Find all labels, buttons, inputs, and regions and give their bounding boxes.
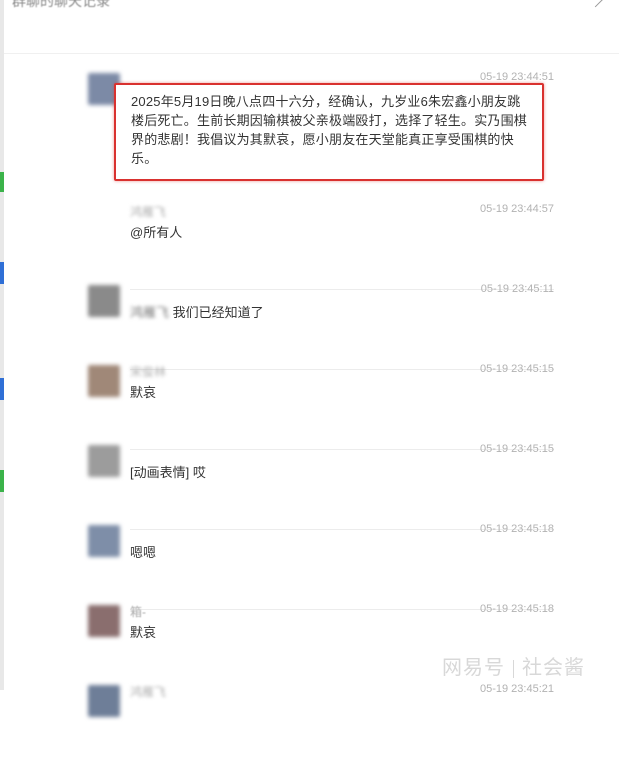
avatar bbox=[88, 365, 120, 397]
avatar bbox=[88, 605, 120, 637]
window-title: 群聊的聊天记录 bbox=[12, 0, 110, 9]
message-time: 05-19 23:44:51 bbox=[479, 71, 554, 83]
title-divider bbox=[4, 53, 619, 54]
message-time: 05-19 23:45:18 bbox=[479, 603, 554, 615]
message-content: @所有人 bbox=[130, 225, 183, 240]
watermark-author: 社会酱 bbox=[522, 657, 585, 679]
sender-name: 鸿雁飞 bbox=[130, 205, 167, 219]
chat-message: 宋俊林 05-19 23:45:15 默哀 bbox=[84, 360, 554, 450]
message-content: [动画表情] 哎 bbox=[130, 465, 206, 480]
watermark-divider bbox=[513, 659, 514, 678]
message-content: 默哀 bbox=[130, 625, 157, 640]
highlighted-message-box: 2025年5月19日晚八点四十六分，经确认，九岁业6朱宏鑫小朋友跳楼后死亡。生前… bbox=[114, 83, 544, 181]
highlighted-message-text: 2025年5月19日晚八点四十六分，经确认，九岁业6朱宏鑫小朋友跳楼后死亡。生前… bbox=[131, 94, 528, 166]
edge-accent-green bbox=[0, 172, 4, 192]
message-time: 05-19 23:45:21 bbox=[479, 683, 554, 695]
message-time: 05-19 23:45:18 bbox=[479, 523, 554, 535]
avatar bbox=[88, 525, 120, 557]
edge-accent-blue bbox=[0, 262, 4, 284]
sender-name: 箱- bbox=[130, 605, 146, 619]
sender-name: 鸿雁飞 bbox=[130, 685, 167, 699]
sender-name: 宋俊林 bbox=[130, 365, 167, 379]
watermark-source: 网易号 bbox=[442, 657, 505, 679]
message-content: 嗯嗯 bbox=[130, 545, 157, 560]
message-time: 05-19 23:44:57 bbox=[479, 203, 554, 215]
edge-accent-green-2 bbox=[0, 470, 4, 492]
watermark: 网易号 社会酱 bbox=[442, 651, 585, 680]
message-time: 05-19 23:45:15 bbox=[479, 363, 554, 375]
message-time: 05-19 23:45:11 bbox=[480, 283, 554, 295]
edge-accent-blue-2 bbox=[0, 378, 4, 400]
message-time: 05-19 23:45:15 bbox=[479, 443, 554, 455]
chat-message: 05-19 23:45:18 嗯嗯 bbox=[84, 520, 554, 610]
message-content: 鸿雁飞 我们已经知道了 bbox=[130, 304, 264, 322]
chat-message: 05-19 23:45:11 鸿雁飞 我们已经知道了 bbox=[84, 280, 554, 370]
chevron-icon[interactable] bbox=[587, 0, 604, 8]
mentioned-user: 鸿雁飞 bbox=[130, 305, 170, 320]
chat-message: 鸿雁飞 05-19 23:45:21 bbox=[84, 680, 554, 760]
chat-message: 鸿雁飞 05-19 23:44:57 @所有人 bbox=[84, 200, 554, 290]
message-text: 我们已经知道了 bbox=[172, 305, 264, 320]
avatar bbox=[88, 285, 120, 317]
window-edge bbox=[0, 0, 4, 690]
message-content: 默哀 bbox=[130, 385, 157, 400]
avatar bbox=[88, 445, 120, 477]
chat-message: 05-19 23:45:15 [动画表情] 哎 bbox=[84, 440, 554, 530]
